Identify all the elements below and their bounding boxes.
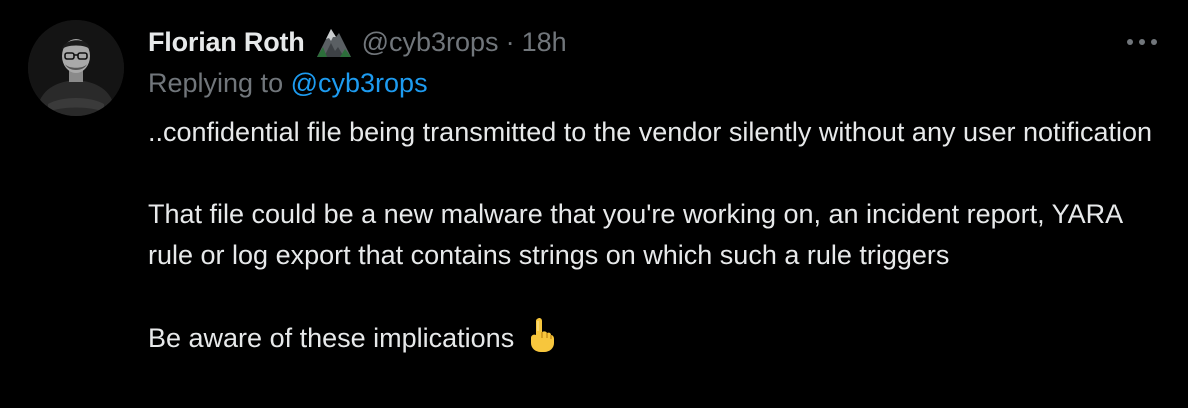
replying-prefix: Replying to — [148, 68, 284, 98]
tweet-paragraph-text: Be aware of these implications — [148, 323, 515, 353]
avatar[interactable] — [28, 20, 124, 116]
tweet-paragraph-last: Be aware of these implications — [148, 317, 1158, 359]
replying-mention-link[interactable]: @cyb3rops — [291, 68, 428, 98]
more-options-icon[interactable] — [1122, 28, 1162, 56]
tweet-paragraph: That file could be a new malware that yo… — [148, 199, 1122, 270]
tweet[interactable]: Florian Roth @cyb3rops · 18h Replying to… — [0, 0, 1188, 408]
user-handle[interactable]: @cyb3rops — [362, 27, 499, 58]
index-pointing-up-icon — [526, 317, 556, 353]
tweet-header: Florian Roth @cyb3rops · 18h — [148, 22, 567, 62]
replying-to: Replying to @cyb3rops — [148, 68, 428, 99]
timestamp[interactable]: 18h — [522, 27, 567, 58]
tweet-paragraph: ..confidential file being transmitted to… — [148, 117, 1153, 147]
separator-dot: · — [505, 26, 515, 57]
tweet-text: ..confidential file being transmitted to… — [148, 112, 1158, 359]
display-name[interactable]: Florian Roth — [148, 27, 305, 58]
mountain-icon — [314, 25, 354, 59]
